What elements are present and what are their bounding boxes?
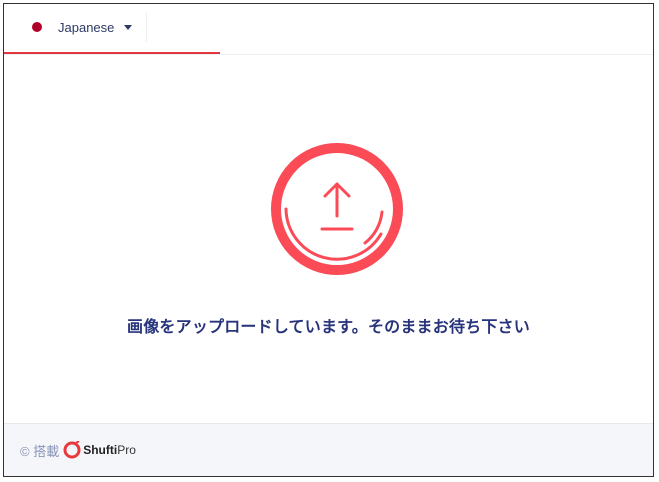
upload-status-message: 画像をアップロードしています。そのままお待ち下さい xyxy=(127,319,530,336)
upload-progress-indicator xyxy=(270,142,404,276)
chevron-down-icon xyxy=(124,24,133,30)
powered-by-label: © 搭載 xyxy=(20,443,60,459)
active-tab-indicator xyxy=(4,52,220,54)
widget-frame: Japanese 画像をアップロードしています。そのままお待ち下さい © 搭載 … xyxy=(3,3,654,477)
shufti-logo-icon xyxy=(63,441,81,459)
powered-by: © 搭載 Shufti Pro xyxy=(20,440,136,460)
top-bar: Japanese xyxy=(4,4,653,55)
japan-flag-icon xyxy=(32,22,42,32)
footer: © 搭載 Shufti Pro xyxy=(4,423,653,476)
language-selector[interactable]: Japanese xyxy=(20,12,147,42)
brand-suffix: Pro xyxy=(117,443,136,457)
upload-icon xyxy=(271,143,403,275)
brand-name: Shufti xyxy=(83,443,118,457)
language-label: Japanese xyxy=(58,19,115,35)
